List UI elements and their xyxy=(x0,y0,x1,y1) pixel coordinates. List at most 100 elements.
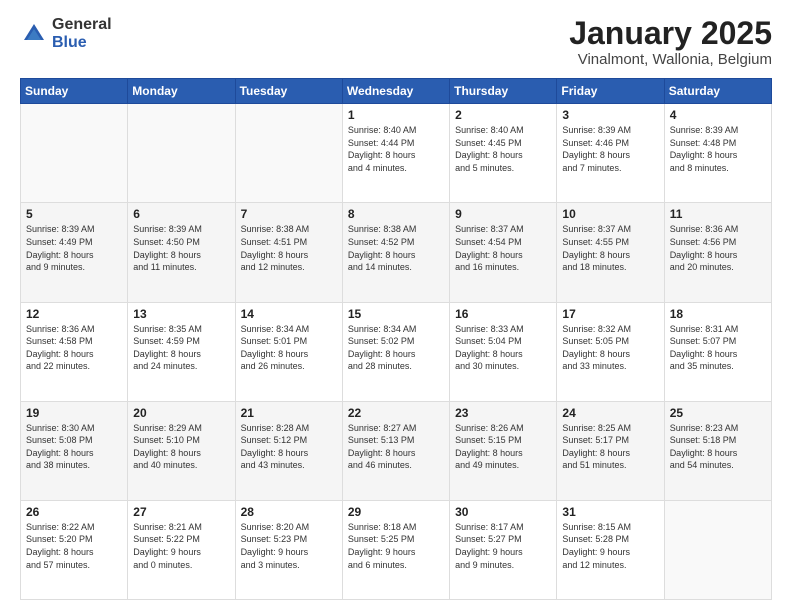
calendar-cell: 30 Sunrise: 8:17 AM Sunset: 5:27 PM Dayli… xyxy=(450,500,557,599)
day-info: Sunrise: 8:28 AM Sunset: 5:12 PM Dayligh… xyxy=(241,422,337,472)
location: Vinalmont, Wallonia, Belgium xyxy=(569,51,772,68)
header-tuesday: Tuesday xyxy=(235,79,342,104)
calendar-cell: 5 Sunrise: 8:39 AM Sunset: 4:49 PM Daylig… xyxy=(21,203,128,302)
calendar-cell: 17 Sunrise: 8:32 AM Sunset: 5:05 PM Dayli… xyxy=(557,302,664,401)
day-number: 30 xyxy=(455,505,551,519)
day-number: 5 xyxy=(26,207,122,221)
logo: General Blue xyxy=(20,16,112,51)
day-info: Sunrise: 8:38 AM Sunset: 4:52 PM Dayligh… xyxy=(348,223,444,273)
day-number: 3 xyxy=(562,108,658,122)
weekday-header-row: Sunday Monday Tuesday Wednesday Thursday… xyxy=(21,79,772,104)
day-info: Sunrise: 8:27 AM Sunset: 5:13 PM Dayligh… xyxy=(348,422,444,472)
day-number: 23 xyxy=(455,406,551,420)
day-number: 15 xyxy=(348,307,444,321)
calendar-week-4: 26 Sunrise: 8:22 AM Sunset: 5:20 PM Dayli… xyxy=(21,500,772,599)
day-number: 29 xyxy=(348,505,444,519)
day-info: Sunrise: 8:18 AM Sunset: 5:25 PM Dayligh… xyxy=(348,521,444,571)
day-number: 11 xyxy=(670,207,766,221)
calendar-cell: 26 Sunrise: 8:22 AM Sunset: 5:20 PM Dayli… xyxy=(21,500,128,599)
header-friday: Friday xyxy=(557,79,664,104)
day-number: 20 xyxy=(133,406,229,420)
day-info: Sunrise: 8:26 AM Sunset: 5:15 PM Dayligh… xyxy=(455,422,551,472)
calendar-cell: 3 Sunrise: 8:39 AM Sunset: 4:46 PM Daylig… xyxy=(557,104,664,203)
calendar-cell: 13 Sunrise: 8:35 AM Sunset: 4:59 PM Dayli… xyxy=(128,302,235,401)
day-info: Sunrise: 8:34 AM Sunset: 5:01 PM Dayligh… xyxy=(241,323,337,373)
month-title: January 2025 xyxy=(569,16,772,51)
day-number: 18 xyxy=(670,307,766,321)
day-number: 7 xyxy=(241,207,337,221)
calendar-cell: 22 Sunrise: 8:27 AM Sunset: 5:13 PM Dayli… xyxy=(342,401,449,500)
day-info: Sunrise: 8:35 AM Sunset: 4:59 PM Dayligh… xyxy=(133,323,229,373)
day-number: 10 xyxy=(562,207,658,221)
calendar-cell: 4Sunrise: 8:39 AM Sunset: 4:48 PM Daylig… xyxy=(664,104,771,203)
day-number: 31 xyxy=(562,505,658,519)
calendar-cell: 21 Sunrise: 8:28 AM Sunset: 5:12 PM Dayli… xyxy=(235,401,342,500)
day-info: Sunrise: 8:32 AM Sunset: 5:05 PM Dayligh… xyxy=(562,323,658,373)
calendar-cell: 14 Sunrise: 8:34 AM Sunset: 5:01 PM Dayli… xyxy=(235,302,342,401)
calendar-cell: 25Sunrise: 8:23 AM Sunset: 5:18 PM Dayli… xyxy=(664,401,771,500)
day-number: 17 xyxy=(562,307,658,321)
header: General Blue January 2025 Vinalmont, Wal… xyxy=(20,16,772,68)
header-wednesday: Wednesday xyxy=(342,79,449,104)
day-info: Sunrise: 8:15 AM Sunset: 5:28 PM Dayligh… xyxy=(562,521,658,571)
calendar-cell: 9Sunrise: 8:37 AM Sunset: 4:54 PM Daylig… xyxy=(450,203,557,302)
calendar-week-2: 12Sunrise: 8:36 AM Sunset: 4:58 PM Dayli… xyxy=(21,302,772,401)
logo-general: General xyxy=(52,16,112,34)
day-info: Sunrise: 8:36 AM Sunset: 4:56 PM Dayligh… xyxy=(670,223,766,273)
calendar-cell: 11 Sunrise: 8:36 AM Sunset: 4:56 PM Dayli… xyxy=(664,203,771,302)
day-info: Sunrise: 8:37 AM Sunset: 4:55 PM Dayligh… xyxy=(562,223,658,273)
day-info: Sunrise: 8:17 AM Sunset: 5:27 PM Dayligh… xyxy=(455,521,551,571)
calendar-cell: 19 Sunrise: 8:30 AM Sunset: 5:08 PM Dayli… xyxy=(21,401,128,500)
title-block: January 2025 Vinalmont, Wallonia, Belgiu… xyxy=(569,16,772,68)
day-info: Sunrise: 8:37 AM Sunset: 4:54 PM Dayligh… xyxy=(455,223,551,273)
day-info: Sunrise: 8:39 AM Sunset: 4:50 PM Dayligh… xyxy=(133,223,229,273)
calendar-cell: 27Sunrise: 8:21 AM Sunset: 5:22 PM Dayli… xyxy=(128,500,235,599)
day-info: Sunrise: 8:40 AM Sunset: 4:44 PM Dayligh… xyxy=(348,124,444,174)
calendar-cell xyxy=(128,104,235,203)
calendar-week-1: 5 Sunrise: 8:39 AM Sunset: 4:49 PM Daylig… xyxy=(21,203,772,302)
day-info: Sunrise: 8:30 AM Sunset: 5:08 PM Dayligh… xyxy=(26,422,122,472)
day-info: Sunrise: 8:39 AM Sunset: 4:48 PM Dayligh… xyxy=(670,124,766,174)
day-number: 12 xyxy=(26,307,122,321)
page: General Blue January 2025 Vinalmont, Wal… xyxy=(0,0,792,612)
day-number: 21 xyxy=(241,406,337,420)
calendar-cell: 15 Sunrise: 8:34 AM Sunset: 5:02 PM Dayli… xyxy=(342,302,449,401)
day-number: 24 xyxy=(562,406,658,420)
calendar-cell: 7Sunrise: 8:38 AM Sunset: 4:51 PM Daylig… xyxy=(235,203,342,302)
calendar-cell: 18 Sunrise: 8:31 AM Sunset: 5:07 PM Dayli… xyxy=(664,302,771,401)
calendar-cell: 6 Sunrise: 8:39 AM Sunset: 4:50 PM Daylig… xyxy=(128,203,235,302)
calendar-cell: 20Sunrise: 8:29 AM Sunset: 5:10 PM Dayli… xyxy=(128,401,235,500)
day-number: 14 xyxy=(241,307,337,321)
calendar-cell: 8Sunrise: 8:38 AM Sunset: 4:52 PM Daylig… xyxy=(342,203,449,302)
header-saturday: Saturday xyxy=(664,79,771,104)
day-number: 28 xyxy=(241,505,337,519)
day-number: 16 xyxy=(455,307,551,321)
logo-icon xyxy=(20,20,48,48)
day-number: 6 xyxy=(133,207,229,221)
calendar-cell xyxy=(21,104,128,203)
day-info: Sunrise: 8:39 AM Sunset: 4:46 PM Dayligh… xyxy=(562,124,658,174)
calendar-cell: 31 Sunrise: 8:15 AM Sunset: 5:28 PM Dayli… xyxy=(557,500,664,599)
day-info: Sunrise: 8:21 AM Sunset: 5:22 PM Dayligh… xyxy=(133,521,229,571)
calendar-cell xyxy=(235,104,342,203)
day-number: 19 xyxy=(26,406,122,420)
calendar-table: Sunday Monday Tuesday Wednesday Thursday… xyxy=(20,78,772,600)
day-number: 26 xyxy=(26,505,122,519)
header-sunday: Sunday xyxy=(21,79,128,104)
logo-blue: Blue xyxy=(52,34,112,52)
day-number: 22 xyxy=(348,406,444,420)
calendar-cell: 16 Sunrise: 8:33 AM Sunset: 5:04 PM Dayli… xyxy=(450,302,557,401)
calendar-cell: 23 Sunrise: 8:26 AM Sunset: 5:15 PM Dayli… xyxy=(450,401,557,500)
day-info: Sunrise: 8:23 AM Sunset: 5:18 PM Dayligh… xyxy=(670,422,766,472)
day-info: Sunrise: 8:31 AM Sunset: 5:07 PM Dayligh… xyxy=(670,323,766,373)
day-info: Sunrise: 8:39 AM Sunset: 4:49 PM Dayligh… xyxy=(26,223,122,273)
day-info: Sunrise: 8:34 AM Sunset: 5:02 PM Dayligh… xyxy=(348,323,444,373)
day-number: 2 xyxy=(455,108,551,122)
logo-text: General Blue xyxy=(52,16,112,51)
calendar-cell: 29 Sunrise: 8:18 AM Sunset: 5:25 PM Dayli… xyxy=(342,500,449,599)
day-info: Sunrise: 8:33 AM Sunset: 5:04 PM Dayligh… xyxy=(455,323,551,373)
day-number: 13 xyxy=(133,307,229,321)
header-monday: Monday xyxy=(128,79,235,104)
day-info: Sunrise: 8:22 AM Sunset: 5:20 PM Dayligh… xyxy=(26,521,122,571)
calendar-cell: 12Sunrise: 8:36 AM Sunset: 4:58 PM Dayli… xyxy=(21,302,128,401)
